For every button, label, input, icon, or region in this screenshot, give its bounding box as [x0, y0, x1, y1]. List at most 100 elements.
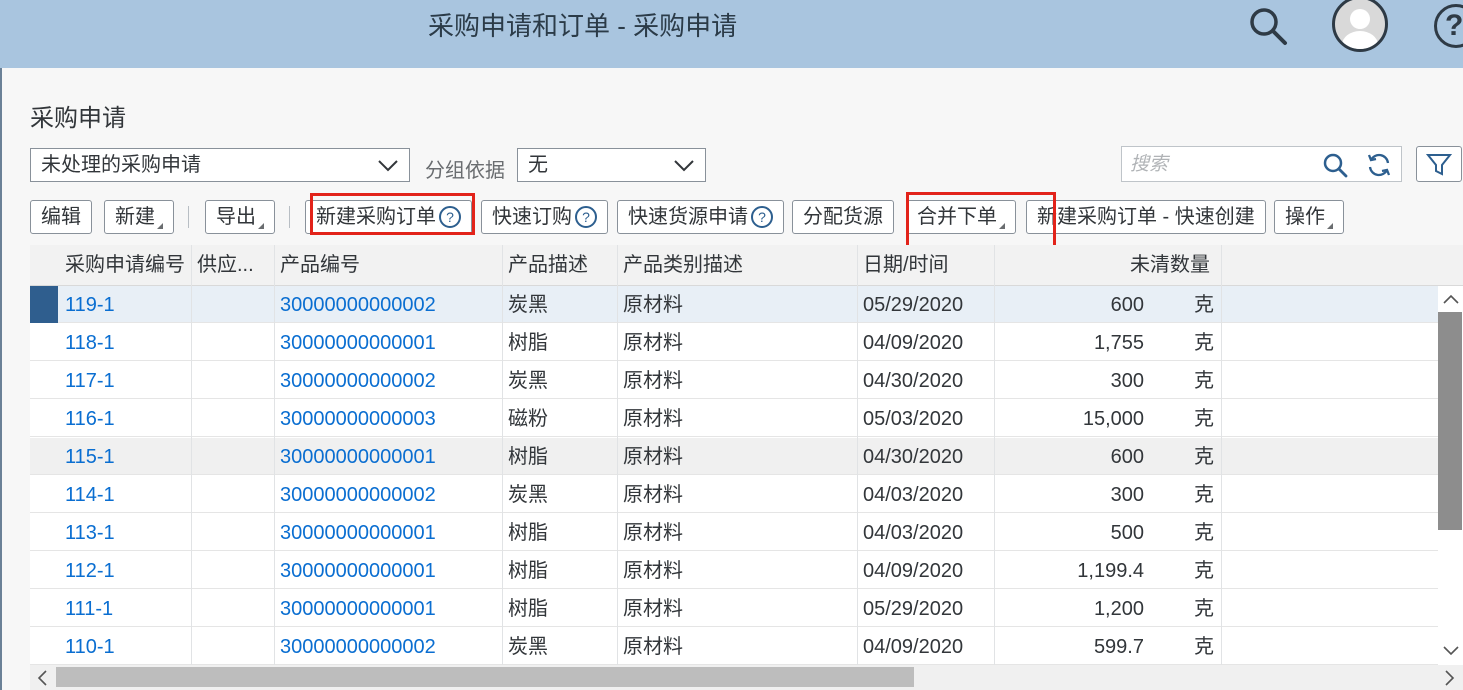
row-selected-marker: [30, 286, 58, 323]
menu-corner-icon: [1327, 223, 1333, 229]
cell-requisition-number[interactable]: 118-1: [59, 324, 191, 361]
horizontal-scroll-thumb[interactable]: [56, 667, 914, 687]
edit-button[interactable]: 编辑: [30, 200, 92, 234]
cell-requisition-number[interactable]: 117-1: [59, 362, 191, 399]
chevron-left-icon[interactable]: [36, 669, 50, 687]
cell-date: 04/03/2020: [863, 522, 964, 544]
cell-open-quantity: 1,199.4: [1077, 560, 1144, 582]
cell-product-number[interactable]: 30000000000002: [274, 476, 502, 513]
actions-button[interactable]: 操作: [1274, 200, 1344, 234]
cell-product-number[interactable]: 30000000000001: [274, 324, 502, 361]
cell-supplier: [191, 438, 274, 475]
grouping-label: 分组依据: [425, 160, 505, 182]
cell-open-quantity: 15,000: [1082, 408, 1144, 430]
column-header-supplier[interactable]: 供应...: [191, 245, 275, 285]
cell-category-description: 原材料: [623, 522, 683, 544]
cell-requisition-number[interactable]: 113-1: [59, 514, 191, 551]
cell-category-description: 原材料: [623, 484, 683, 506]
search-input[interactable]: [1128, 151, 1312, 179]
search-icon[interactable]: [1322, 152, 1348, 178]
app-title: 采购申请和订单 - 采购申请: [428, 11, 738, 41]
cell-product-number[interactable]: 30000000000001: [274, 438, 502, 475]
toolbar-separator: [289, 206, 290, 228]
cell-supplier: [191, 514, 274, 551]
column-divider: [994, 245, 995, 665]
cell-product-number[interactable]: 30000000000002: [274, 628, 502, 665]
view-select[interactable]: 未处理的采购申请: [30, 148, 410, 182]
chevron-down-icon[interactable]: [1442, 644, 1460, 658]
table-row[interactable]: 111-1 30000000000001 树脂 原材料 05/29/2020 1,200 克: [30, 590, 1438, 627]
cell-product-description: 炭黑: [508, 370, 548, 392]
cell-supplier: [191, 286, 274, 323]
search-field[interactable]: [1121, 146, 1402, 182]
help-icon: ?: [751, 206, 773, 228]
cell-product-number[interactable]: 30000000000001: [274, 590, 502, 627]
cell-requisition-number[interactable]: 114-1: [59, 476, 191, 513]
grouping-select[interactable]: 无: [517, 148, 706, 182]
cell-product-number[interactable]: 30000000000002: [274, 286, 502, 323]
cell-open-quantity: 1,755: [1093, 332, 1144, 354]
cell-category-description: 原材料: [623, 598, 683, 620]
cell-unit: 克: [1194, 598, 1214, 620]
cell-requisition-number[interactable]: 111-1: [59, 590, 191, 627]
chevron-up-icon[interactable]: [1442, 292, 1460, 306]
table-row[interactable]: 118-1 30000000000001 树脂 原材料 04/09/2020 1,755 克: [30, 324, 1438, 361]
cell-unit: 克: [1194, 636, 1214, 658]
cell-unit: 克: [1194, 408, 1214, 430]
new-button[interactable]: 新建: [104, 200, 174, 234]
cell-requisition-number[interactable]: 112-1: [59, 552, 191, 589]
table-row[interactable]: 112-1 30000000000001 树脂 原材料 04/09/2020 1,199.…: [30, 552, 1438, 589]
cell-product-description: 树脂: [508, 446, 548, 468]
table-row[interactable]: 116-1 30000000000003 磁粉 原材料 05/03/2020 15,000…: [30, 400, 1438, 437]
quick-order-button[interactable]: 快速订购?: [481, 200, 608, 234]
column-header-date[interactable]: 日期/时间: [857, 245, 994, 285]
table-row[interactable]: 115-1 30000000000001 树脂 原材料 04/30/2020 600 克: [30, 438, 1438, 475]
filter-icon: [1425, 154, 1453, 176]
refresh-icon[interactable]: [1366, 152, 1392, 178]
quick-source-request-button[interactable]: 快速货源申请?: [617, 200, 784, 234]
cell-requisition-number[interactable]: 116-1: [59, 400, 191, 437]
cell-product-number[interactable]: 30000000000001: [274, 552, 502, 589]
menu-corner-icon: [157, 223, 163, 229]
cell-requisition-number[interactable]: 119-1: [59, 286, 191, 323]
cell-supplier: [191, 362, 274, 399]
cell-unit: 克: [1194, 370, 1214, 392]
help-icon[interactable]: ?: [1434, 4, 1463, 48]
cell-open-quantity: 500: [1110, 522, 1144, 544]
cell-supplier: [191, 552, 274, 589]
cell-requisition-number[interactable]: 110-1: [59, 628, 191, 665]
cell-product-number[interactable]: 30000000000003: [274, 400, 502, 437]
column-header-product-description[interactable]: 产品描述: [502, 245, 617, 285]
table-row[interactable]: 117-1 30000000000002 炭黑 原材料 04/30/2020 300 克: [30, 362, 1438, 399]
column-divider: [274, 245, 275, 665]
table-row[interactable]: 114-1 30000000000002 炭黑 原材料 04/03/2020 300 克: [30, 476, 1438, 513]
assign-source-button[interactable]: 分配货源: [792, 200, 894, 234]
cell-product-number[interactable]: 30000000000001: [274, 514, 502, 551]
horizontal-scrollbar[interactable]: [30, 665, 1463, 690]
cell-supplier: [191, 324, 274, 361]
vertical-scroll-thumb[interactable]: [1438, 312, 1462, 530]
cell-requisition-number[interactable]: 115-1: [59, 438, 191, 475]
table-row[interactable]: 110-1 30000000000002 炭黑 原材料 04/09/2020 599.7 克: [30, 628, 1438, 665]
cell-product-description: 树脂: [508, 332, 548, 354]
cell-product-description: 炭黑: [508, 294, 548, 316]
column-header-category-description[interactable]: 产品类别描述: [617, 245, 857, 285]
cell-product-description: 树脂: [508, 560, 548, 582]
cell-date: 04/03/2020: [863, 484, 964, 506]
filter-button[interactable]: [1416, 146, 1462, 182]
avatar[interactable]: [1332, 0, 1388, 52]
cell-product-number[interactable]: 30000000000002: [274, 362, 502, 399]
vertical-scrollbar[interactable]: [1438, 288, 1463, 665]
cell-product-description: 炭黑: [508, 484, 548, 506]
export-button[interactable]: 导出: [205, 200, 275, 234]
new-po-quick-button[interactable]: 新建采购订单 - 快速创建: [1026, 200, 1266, 234]
cell-category-description: 原材料: [623, 636, 683, 658]
table-row[interactable]: 119-1 30000000000002 炭黑 原材料 05/29/2020 600 克: [30, 286, 1438, 323]
column-divider: [191, 245, 192, 665]
cell-unit: 克: [1194, 560, 1214, 582]
column-header-open-quantity[interactable]: 未清数量: [994, 245, 1216, 285]
column-header-product-number[interactable]: 产品编号: [274, 245, 502, 285]
chevron-right-icon[interactable]: [1442, 669, 1456, 687]
search-icon[interactable]: [1248, 6, 1288, 46]
table-row[interactable]: 113-1 30000000000001 树脂 原材料 04/03/2020 500 克: [30, 514, 1438, 551]
